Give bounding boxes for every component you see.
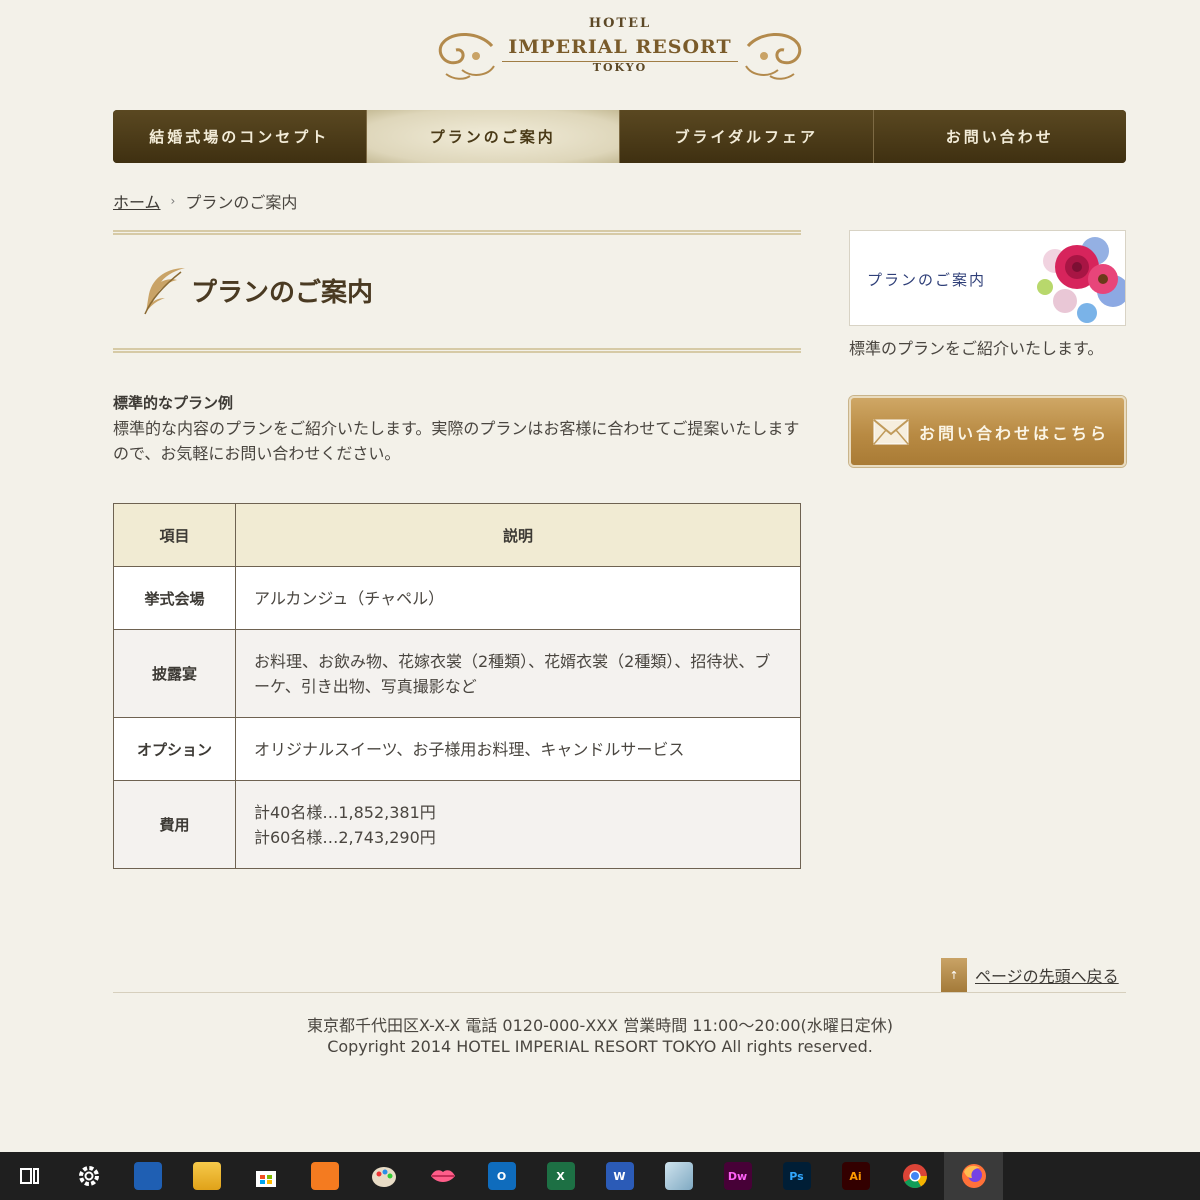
- game-bar-icon: [133, 1162, 162, 1190]
- taskbar-settings[interactable]: [59, 1152, 118, 1200]
- taskbar-glass-app[interactable]: [649, 1152, 708, 1200]
- hotel-logo[interactable]: HOTEL IMPERIAL RESORT TOKYO: [430, 14, 810, 84]
- paint-palette-icon: [371, 1167, 396, 1187]
- table-row-label: 費用: [113, 780, 236, 869]
- sidebar-banner-label: プランのご案内: [867, 271, 987, 289]
- breadcrumb-home-link[interactable]: ホーム: [113, 189, 161, 213]
- taskbar-outlook[interactable]: O: [472, 1152, 531, 1200]
- file-explorer-icon: [192, 1162, 221, 1190]
- table-row-value: 計40名様…1,852,381円 計60名様…2,743,290円: [235, 780, 801, 869]
- illustrator-icon: Ai: [841, 1162, 870, 1190]
- lips-app-icon: [430, 1170, 455, 1182]
- taskbar-dreamweaver[interactable]: Dw: [708, 1152, 767, 1200]
- taskbar-file-explorer[interactable]: [177, 1152, 236, 1200]
- table-row: 費用 計40名様…1,852,381円 計60名様…2,743,290円: [113, 780, 801, 869]
- breadcrumb-separator: ›: [170, 194, 176, 208]
- page-title-block: プランのご案内: [113, 230, 801, 356]
- table-row-label: 挙式会場: [113, 566, 236, 630]
- right-ornament-icon: [745, 33, 802, 80]
- taskbar-chrome[interactable]: [885, 1152, 944, 1200]
- taskbar-microsoft-store[interactable]: [236, 1152, 295, 1200]
- dreamweaver-icon: Dw: [723, 1162, 752, 1190]
- feather-quill-icon: [144, 268, 185, 315]
- table-header-item: 項目: [113, 503, 236, 567]
- table-row: オプション オリジナルスイーツ、お子様用お料理、キャンドルサービス: [113, 717, 801, 781]
- nav-item-plans[interactable]: プランのご案内: [366, 110, 620, 163]
- table-row: 披露宴 お料理、お飲み物、花嫁衣裳（2種類）、花婿衣裳（2種類）、招待状、ブーケ…: [113, 629, 801, 718]
- breadcrumb-current: プランのご案内: [185, 193, 298, 212]
- table-row: 挙式会場 アルカンジュ（チャペル）: [113, 566, 801, 630]
- settings-gear-icon: [78, 1166, 99, 1186]
- taskbar-excel[interactable]: X: [531, 1152, 590, 1200]
- title-bottom-rule: [113, 348, 801, 353]
- taskbar-lips-app[interactable]: [413, 1152, 472, 1200]
- windows-taskbar: O X W Dw Ps Ai: [0, 1152, 1200, 1200]
- glass-app-icon: [664, 1162, 693, 1190]
- outlook-icon: O: [487, 1162, 516, 1190]
- taskbar-word[interactable]: W: [590, 1152, 649, 1200]
- xampp-icon: [310, 1162, 339, 1190]
- footer-divider: [113, 992, 1126, 993]
- table-row-value: アルカンジュ（チャペル）: [235, 566, 801, 630]
- task-view-icon: [19, 1168, 39, 1184]
- taskbar-paint[interactable]: [354, 1152, 413, 1200]
- taskbar-photoshop[interactable]: Ps: [767, 1152, 826, 1200]
- table-row-value: お料理、お飲み物、花嫁衣裳（2種類）、花婿衣裳（2種類）、招待状、ブーケ、引き出…: [235, 629, 801, 718]
- microsoft-store-icon: [255, 1171, 276, 1187]
- sidebar-plan-banner[interactable]: プランのご案内: [849, 230, 1126, 326]
- contact-button[interactable]: お問い合わせはこちら: [849, 396, 1126, 467]
- firefox-icon: [961, 1164, 986, 1188]
- sidebar-caption: 標準のプランをご紹介いたします。: [849, 339, 1104, 358]
- footer-copyright: Copyright 2014 HOTEL IMPERIAL RESORT TOK…: [327, 1037, 873, 1056]
- intro-text: 標準的な内容のプランをご紹介いたします。実際のプランはお客様に合わせてご提案いた…: [113, 419, 800, 463]
- table-header-description: 説明: [235, 503, 801, 567]
- intro-heading: 標準的なプラン例: [113, 394, 234, 412]
- contact-button-label: お問い合わせはこちら: [919, 423, 1110, 443]
- nav-item-bridal-fair[interactable]: ブライダルフェア: [620, 110, 874, 163]
- breadcrumb: ホーム › プランのご案内: [113, 189, 297, 213]
- table-row-value: オリジナルスイーツ、お子様用お料理、キャンドルサービス: [235, 717, 801, 781]
- back-to-top-link[interactable]: ↑ ページの先頭へ戻る: [941, 958, 1119, 992]
- plan-table: 項目 説明 挙式会場 アルカンジュ（チャペル） 披露宴 お料理、お飲み物、花嫁衣…: [113, 503, 801, 869]
- taskbar-xampp[interactable]: [295, 1152, 354, 1200]
- mail-envelope-icon: [873, 418, 909, 444]
- excel-icon: X: [546, 1162, 575, 1190]
- flower-bouquet-icon: [1037, 237, 1125, 323]
- footer-address: 東京都千代田区X-X-X 電話 0120-000-XXX 営業時間 11:00～…: [307, 1016, 893, 1035]
- nav-item-concept[interactable]: 結婚式場のコンセプト: [113, 110, 367, 163]
- nav-item-contact[interactable]: お問い合わせ: [873, 110, 1126, 163]
- cost-line: 計40名様…1,852,381円: [254, 802, 436, 822]
- word-icon: W: [605, 1162, 634, 1190]
- taskbar-firefox[interactable]: [944, 1152, 1003, 1200]
- taskbar-game-bar[interactable]: [118, 1152, 177, 1200]
- taskbar-task-view[interactable]: [0, 1152, 59, 1200]
- back-to-top-label: ページの先頭へ戻る: [975, 967, 1119, 986]
- table-row-label: オプション: [113, 717, 236, 781]
- photoshop-icon: Ps: [782, 1162, 811, 1190]
- main-navigation: 結婚式場のコンセプト プランのご案内 ブライダルフェア お問い合わせ: [113, 110, 1126, 163]
- cost-line: 計60名様…2,743,290円: [254, 827, 436, 847]
- page-title: プランのご案内: [191, 278, 374, 308]
- taskbar-illustrator[interactable]: Ai: [826, 1152, 885, 1200]
- table-row-label: 披露宴: [113, 629, 236, 718]
- up-arrow-icon: ↑: [941, 958, 967, 992]
- table-header-row: 項目 説明: [113, 503, 801, 567]
- title-top-rule: [113, 230, 801, 235]
- chrome-icon: [902, 1164, 927, 1189]
